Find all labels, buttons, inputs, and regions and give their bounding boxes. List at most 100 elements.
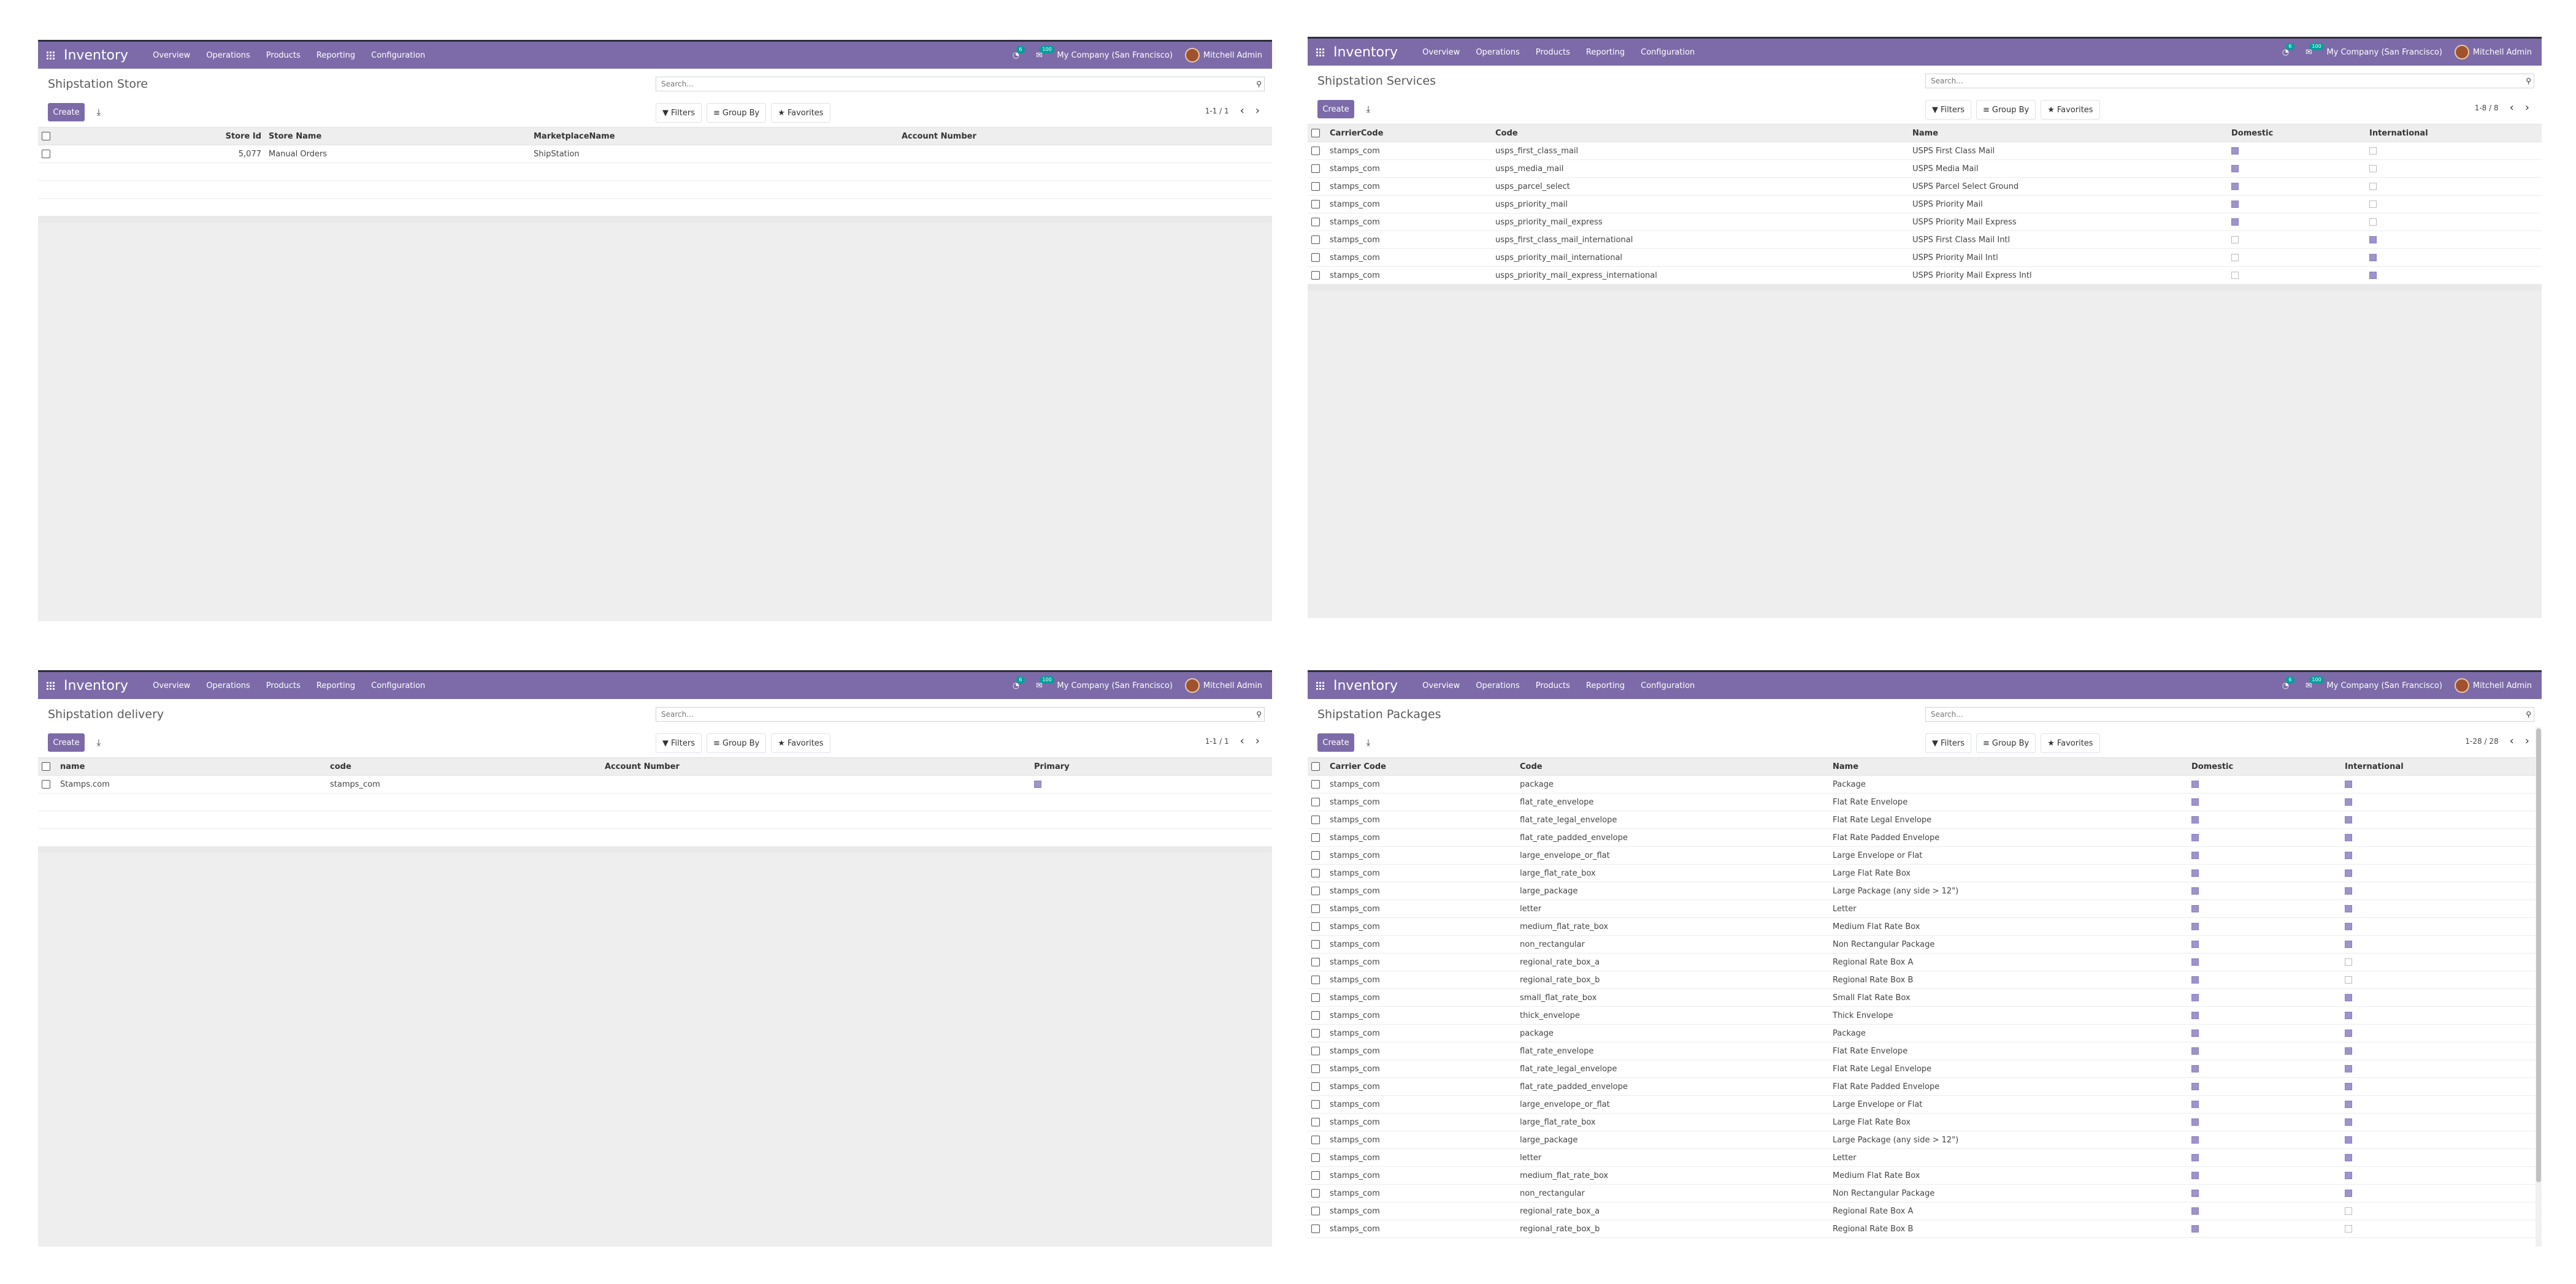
row-checkbox[interactable]: [1308, 142, 1326, 160]
col-domestic[interactable]: Domestic: [2188, 758, 2341, 776]
app-brand[interactable]: Inventory: [64, 48, 128, 63]
pager-next-icon[interactable]: ›: [2525, 102, 2529, 113]
menu-reporting[interactable]: Reporting: [316, 681, 355, 690]
table-row[interactable]: stamps_com medium_flat_rate_box Medium Fla…: [1308, 1166, 2536, 1185]
row-checkbox[interactable]: [1308, 828, 1326, 847]
favorites-button[interactable]: ★ Favorites: [2041, 100, 2100, 120]
company-switcher[interactable]: My Company (San Francisco): [2326, 48, 2442, 57]
table-row[interactable]: stamps_com large_flat_rate_box Large Flat …: [1308, 1113, 2536, 1131]
col-code[interactable]: Code: [1492, 124, 1909, 142]
col-account-number[interactable]: Account Number: [601, 758, 1030, 776]
filters-button[interactable]: ▼ Filters: [1925, 100, 1971, 120]
download-icon[interactable]: ⤓: [90, 733, 108, 752]
table-row[interactable]: stamps_com non_rectangular Non Rectangular…: [1308, 1184, 2536, 1202]
groupby-button[interactable]: ≡ Group By: [706, 103, 767, 123]
user-menu[interactable]: Mitchell Admin: [2454, 45, 2532, 59]
messages-icon[interactable]: ✉ 100: [2303, 676, 2324, 691]
user-menu[interactable]: Mitchell Admin: [1184, 48, 1262, 63]
menu-operations[interactable]: Operations: [1476, 48, 1519, 57]
app-brand[interactable]: Inventory: [1333, 45, 1398, 60]
menu-reporting[interactable]: Reporting: [1586, 681, 1625, 690]
create-button[interactable]: Create: [48, 103, 85, 121]
table-row[interactable]: stamps_com usps_priority_mail_express USPS…: [1308, 213, 2542, 231]
row-checkbox[interactable]: [1308, 1220, 1326, 1238]
table-row[interactable]: stamps_com regional_rate_box_b Regional Ra…: [1308, 971, 2536, 989]
company-switcher[interactable]: My Company (San Francisco): [1057, 681, 1172, 690]
row-checkbox[interactable]: [1308, 811, 1326, 829]
create-button[interactable]: Create: [48, 733, 85, 752]
search-icon[interactable]: ⚲: [1256, 710, 1262, 719]
pager-value[interactable]: 1-8 / 8: [2475, 104, 2499, 112]
messages-icon[interactable]: ✉ 100: [1033, 46, 1054, 61]
pager-next-icon[interactable]: ›: [1255, 105, 1260, 117]
col-code[interactable]: code: [326, 758, 601, 776]
groupby-button[interactable]: ≡ Group By: [1976, 733, 2036, 753]
row-checkbox[interactable]: [1308, 1077, 1326, 1096]
favorites-button[interactable]: ★ Favorites: [2041, 733, 2100, 753]
download-icon[interactable]: ⤓: [1359, 100, 1378, 118]
menu-operations[interactable]: Operations: [206, 51, 250, 60]
menu-configuration[interactable]: Configuration: [1641, 681, 1695, 690]
pager-prev-icon[interactable]: ‹: [2510, 102, 2514, 113]
col-store-id[interactable]: Store Id: [56, 128, 265, 145]
menu-configuration[interactable]: Configuration: [1641, 48, 1695, 57]
table-row[interactable]: stamps_com medium_flat_rate_box Medium Fla…: [1308, 917, 2536, 936]
menu-overview[interactable]: Overview: [1422, 681, 1460, 690]
table-row[interactable]: stamps_com thick_envelope Thick Envelope: [1308, 1006, 2536, 1025]
table-row[interactable]: stamps_com large_envelope_or_flat Large En…: [1308, 1095, 2536, 1114]
filters-button[interactable]: ▼ Filters: [1925, 733, 1971, 753]
table-row[interactable]: stamps_com regional_rate_box_a Regional Ra…: [1308, 1202, 2536, 1220]
activity-icon[interactable]: ◔ 6: [2280, 43, 2294, 58]
activity-icon[interactable]: ◔ 6: [1010, 676, 1025, 691]
row-checkbox[interactable]: [1308, 953, 1326, 971]
pager-next-icon[interactable]: ›: [1255, 736, 1260, 747]
messages-icon[interactable]: ✉ 100: [2303, 43, 2324, 58]
col-name[interactable]: Name: [1909, 124, 2228, 142]
row-checkbox[interactable]: [1308, 1006, 1326, 1025]
row-checkbox[interactable]: [1308, 793, 1326, 811]
table-row[interactable]: stamps_com regional_rate_box_a Regional Ra…: [1308, 953, 2536, 971]
table-row[interactable]: stamps_com usps_priority_mail_express_int…: [1308, 266, 2542, 285]
activity-icon[interactable]: ◔ 6: [2280, 676, 2294, 691]
pager-value[interactable]: 1-1 / 1: [1205, 107, 1229, 115]
filters-button[interactable]: ▼ Filters: [656, 103, 702, 123]
table-row[interactable]: stamps_com small_flat_rate_box Small Flat …: [1308, 988, 2536, 1007]
row-checkbox[interactable]: [1308, 917, 1326, 936]
row-checkbox[interactable]: [1308, 1060, 1326, 1078]
row-checkbox[interactable]: [1308, 248, 1326, 267]
col-name[interactable]: name: [56, 758, 326, 776]
user-menu[interactable]: Mitchell Admin: [2454, 678, 2532, 693]
search-icon[interactable]: ⚲: [1256, 80, 1262, 88]
row-checkbox[interactable]: [1308, 882, 1326, 900]
apps-menu-icon[interactable]: [1316, 681, 1325, 690]
menu-reporting[interactable]: Reporting: [316, 51, 355, 60]
menu-operations[interactable]: Operations: [206, 681, 250, 690]
table-row[interactable]: stamps_com usps_first_class_mail USPS Firs…: [1308, 142, 2542, 160]
activity-icon[interactable]: ◔ 6: [1010, 46, 1025, 61]
menu-products[interactable]: Products: [266, 681, 301, 690]
table-row[interactable]: stamps_com flat_rate_padded_envelope Flat …: [1308, 1077, 2536, 1096]
vertical-scrollbar[interactable]: [2536, 727, 2542, 1247]
select-all-checkbox[interactable]: [1308, 758, 1326, 776]
row-checkbox[interactable]: [1308, 775, 1326, 793]
download-icon[interactable]: ⤓: [1359, 733, 1378, 752]
apps-menu-icon[interactable]: [1316, 48, 1325, 56]
col-name[interactable]: Name: [1829, 758, 2188, 776]
app-brand[interactable]: Inventory: [1333, 678, 1398, 694]
row-checkbox[interactable]: [1308, 971, 1326, 989]
row-checkbox[interactable]: [1308, 988, 1326, 1007]
search-input[interactable]: Search... ⚲: [656, 77, 1265, 91]
table-row[interactable]: stamps_com flat_rate_legal_envelope Flat R…: [1308, 1060, 2536, 1078]
company-switcher[interactable]: My Company (San Francisco): [1057, 51, 1172, 60]
pager-value[interactable]: 1-1 / 1: [1205, 737, 1229, 746]
table-row[interactable]: stamps_com flat_rate_padded_envelope Flat …: [1308, 828, 2536, 847]
menu-products[interactable]: Products: [1536, 48, 1570, 57]
row-checkbox[interactable]: [1308, 1148, 1326, 1167]
row-checkbox[interactable]: [1308, 864, 1326, 882]
row-checkbox[interactable]: [1308, 159, 1326, 178]
row-checkbox[interactable]: [1308, 177, 1326, 196]
menu-products[interactable]: Products: [1536, 681, 1570, 690]
table-row[interactable]: stamps_com flat_rate_legal_envelope Flat R…: [1308, 811, 2536, 829]
table-row[interactable]: stamps_com flat_rate_envelope Flat Rate En…: [1308, 1042, 2536, 1060]
col-international[interactable]: International: [2366, 124, 2542, 142]
